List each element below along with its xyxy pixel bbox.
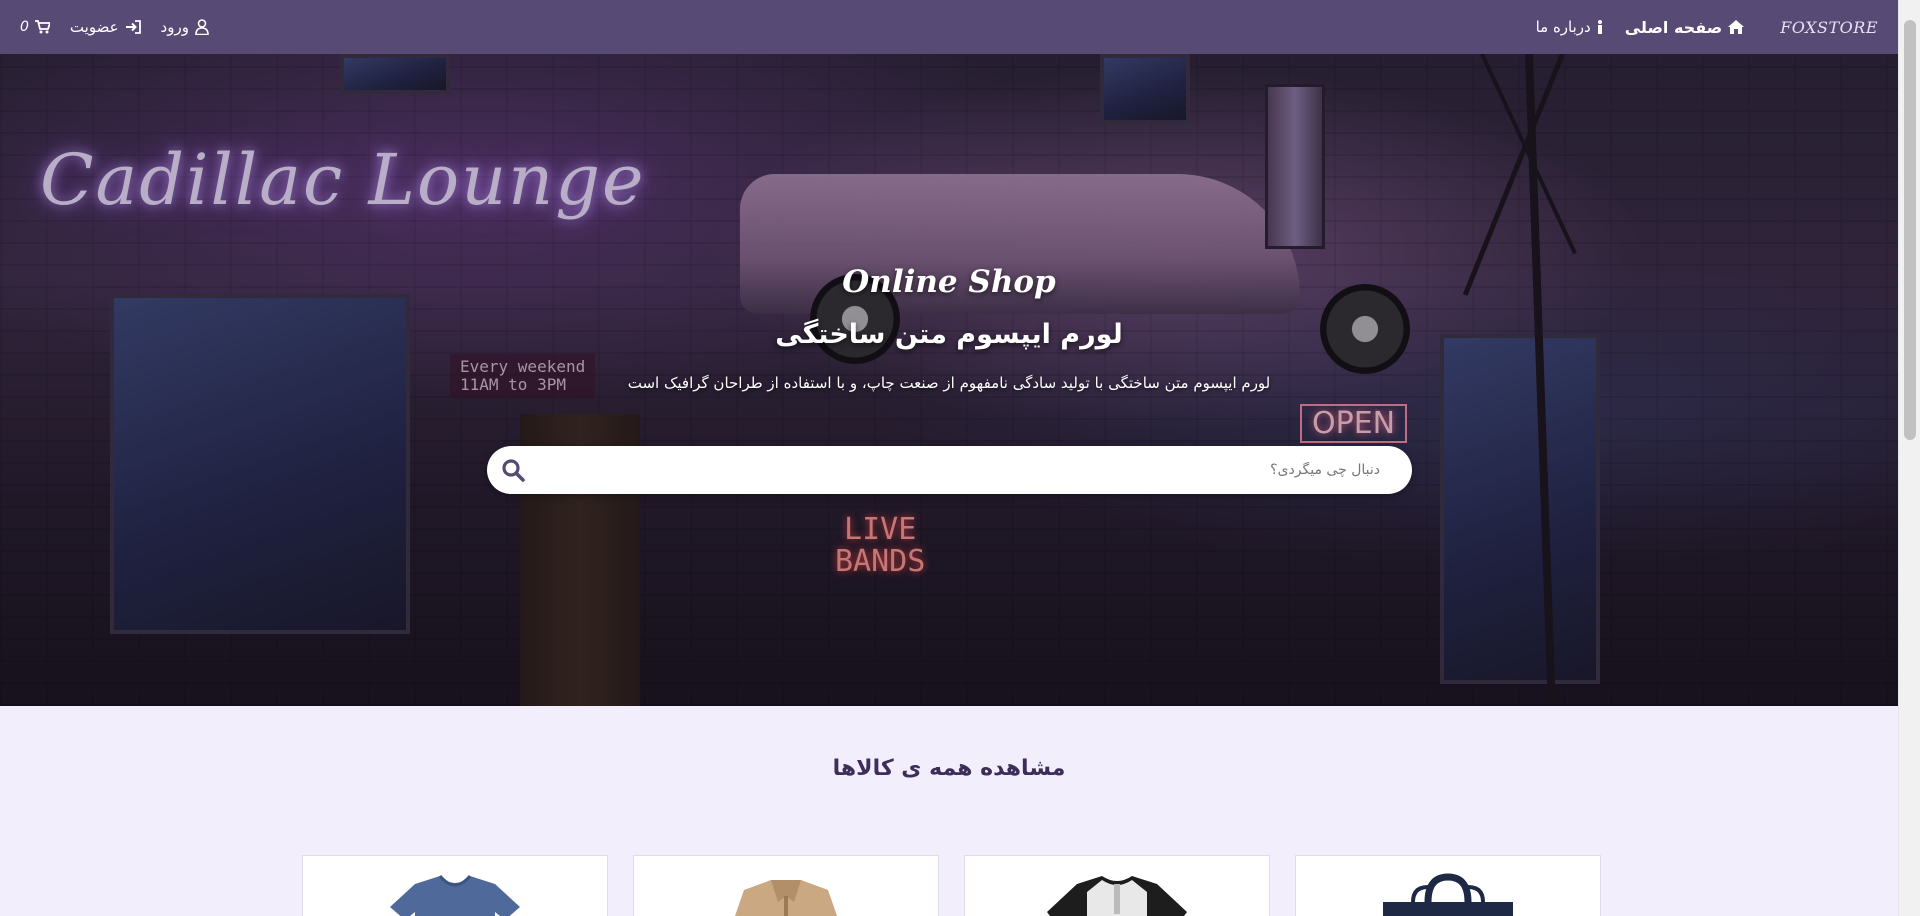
product-card[interactable]	[964, 855, 1270, 916]
search-button[interactable]	[487, 446, 539, 494]
nav-register-label: عضویت	[69, 18, 119, 36]
brand-logo[interactable]: FOXSTORE	[1780, 18, 1878, 37]
user-icon	[195, 19, 209, 35]
scrollbar-thumb[interactable]	[1904, 20, 1916, 440]
nav-user-links: ورود عضویت 0	[20, 18, 209, 36]
nav-login-link[interactable]: ورود	[161, 18, 209, 36]
search-box	[487, 446, 1412, 494]
product-card[interactable]	[1295, 855, 1601, 916]
cart-icon	[34, 20, 50, 34]
search-input[interactable]	[539, 446, 1412, 494]
page-scrollbar[interactable]	[1898, 0, 1920, 916]
home-icon	[1728, 20, 1745, 34]
navy-bag-icon	[1373, 872, 1523, 916]
nav-login-label: ورود	[160, 18, 189, 36]
nav-cart-link[interactable]: 0	[20, 19, 50, 35]
blue-tshirt-icon	[385, 872, 525, 916]
hero-title: Online Shop	[842, 264, 1056, 300]
hero-description: لورم ایپسوم متن ساختگی با تولید سادگی نا…	[627, 374, 1271, 392]
nav-about-label: درباره ما	[1535, 18, 1591, 36]
hero-content: Online Shop لورم ایپسوم متن ساختگی لورم …	[0, 54, 1898, 706]
nav-main-links: FOXSTORE صفحه اصلی درباره ما	[1536, 18, 1878, 37]
hero-subtitle: لورم ایپسوم متن ساختگی	[775, 319, 1123, 350]
raglan-shirt-icon	[1037, 872, 1197, 916]
nav-home-link[interactable]: صفحه اصلی	[1624, 17, 1745, 37]
sign-in-icon	[125, 20, 141, 34]
nav-register-link[interactable]: عضویت	[70, 18, 141, 36]
product-card[interactable]	[302, 855, 608, 916]
nav-about-link[interactable]: درباره ما	[1536, 18, 1603, 36]
tan-jacket-icon	[716, 872, 856, 916]
cart-count: 0	[20, 19, 29, 35]
products-section-title: مشاهده همه ی کالاها	[832, 756, 1066, 781]
product-card-list	[302, 855, 1601, 916]
top-navbar: FOXSTORE صفحه اصلی درباره ما ورود عضویت	[0, 0, 1898, 54]
info-icon	[1597, 20, 1603, 34]
product-card[interactable]	[633, 855, 939, 916]
search-icon	[501, 458, 525, 482]
hero-banner: Cadillac Lounge Every weekend 11AM to 3P…	[0, 54, 1898, 706]
nav-home-label: صفحه اصلی	[1624, 17, 1723, 37]
